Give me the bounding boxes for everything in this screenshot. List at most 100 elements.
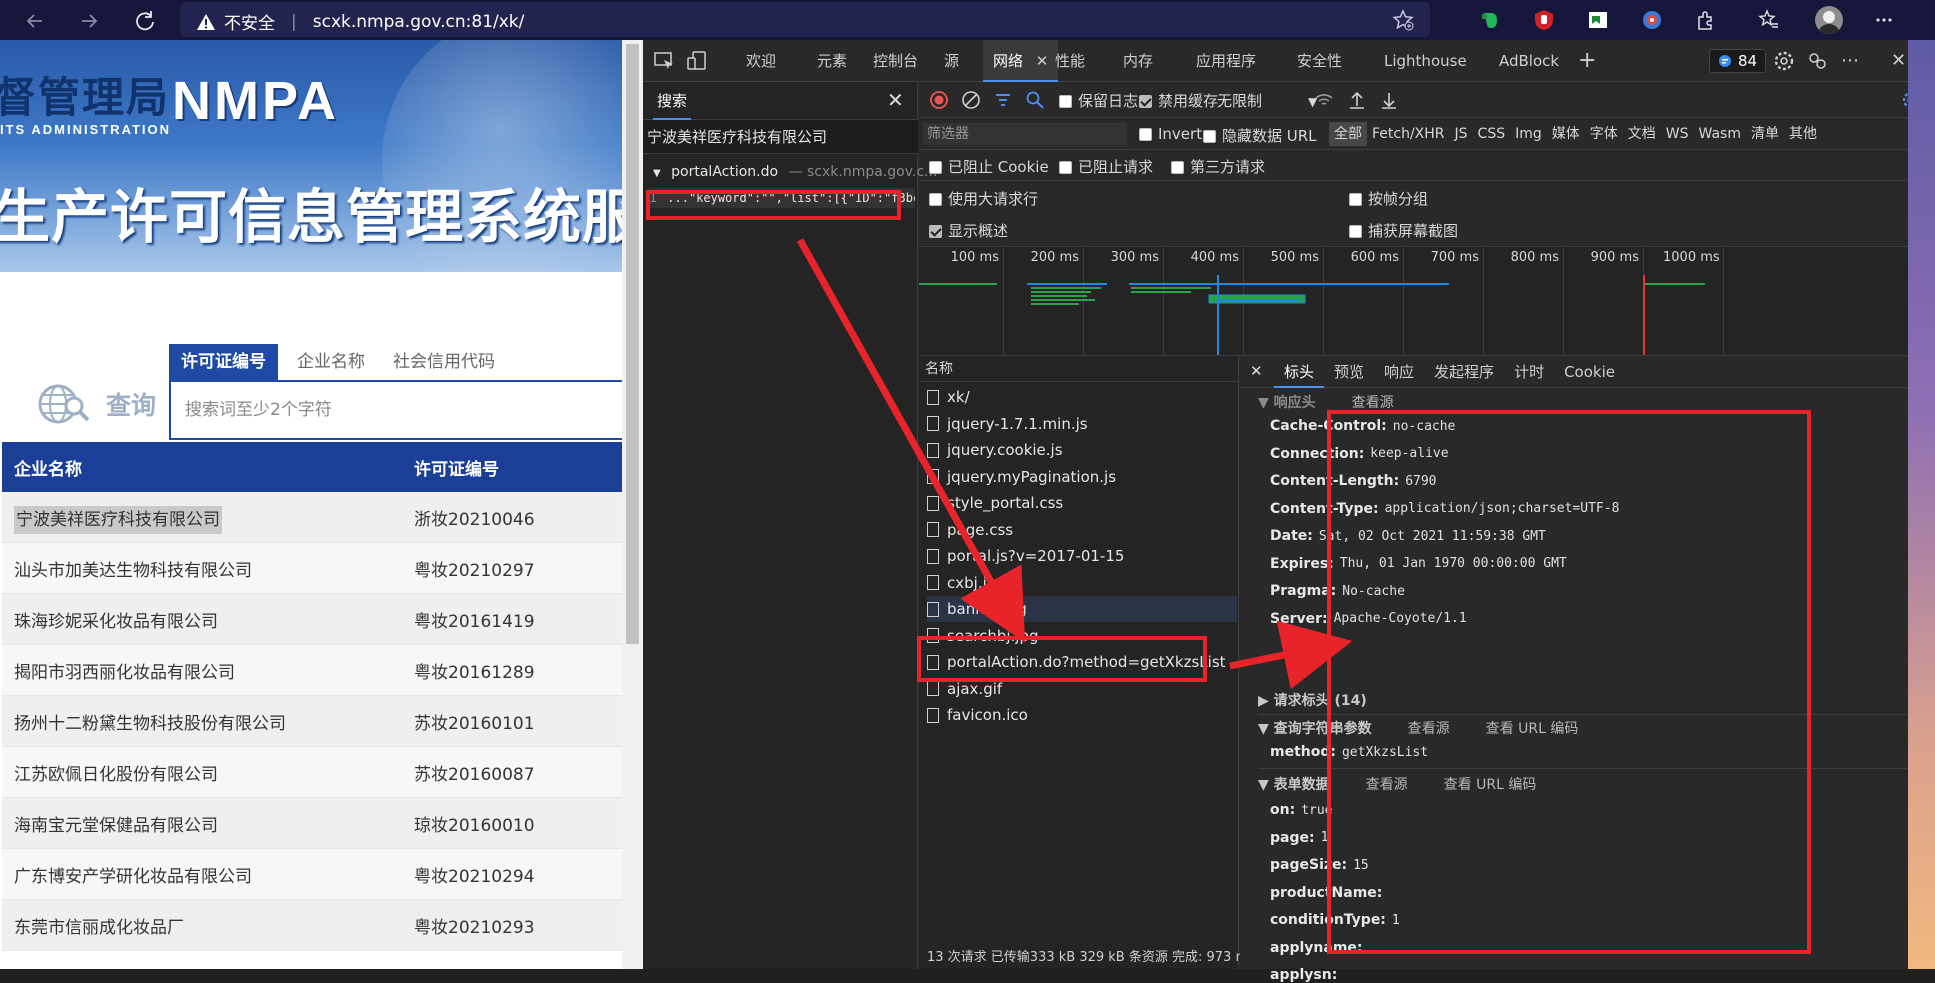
response-headers-section[interactable]: ▼ 响应头 查看源: [1258, 392, 1394, 412]
table-row[interactable]: 珠海珍妮采化妆品有限公司 粤妆20161419: [2, 594, 622, 645]
invert-checkbox[interactable]: Invert: [1139, 125, 1202, 143]
view-url-encoded-link-2[interactable]: 查看 URL 编码: [1444, 777, 1537, 793]
profile-avatar[interactable]: [1815, 6, 1843, 34]
search-query-input[interactable]: 宁波美祥医疗科技有限公司: [643, 120, 918, 154]
scrollbar-thumb[interactable]: [626, 44, 639, 644]
request-row[interactable]: jquery.myPagination.js: [927, 464, 1237, 490]
header-value[interactable]: No-cache: [1342, 584, 1405, 599]
timeline-overview[interactable]: 100 ms 200 ms 300 ms 400 ms 500 ms 600 ms 700 …: [919, 246, 1935, 357]
evernote-extension-icon[interactable]: [1476, 6, 1504, 34]
request-headers-section[interactable]: ▶ 请求标头 (14): [1258, 690, 1367, 710]
header-value[interactable]: true: [1301, 803, 1332, 818]
ublock-extension-icon[interactable]: [1530, 6, 1558, 34]
back-icon[interactable]: [20, 6, 50, 36]
devtools-tab-application[interactable]: 应用程序: [1196, 40, 1256, 82]
request-row[interactable]: favicon.ico: [927, 702, 1237, 728]
tab-license-number[interactable]: 许可证编号: [169, 344, 278, 380]
devtools-tab-elements[interactable]: 元素: [817, 40, 847, 82]
forward-icon[interactable]: [74, 6, 104, 36]
record-icon[interactable]: [929, 90, 949, 110]
detail-tab-0[interactable]: 标头: [1274, 356, 1325, 388]
tab-credit-code[interactable]: 社会信用代码: [381, 344, 507, 380]
customize-icon[interactable]: [1806, 50, 1828, 72]
import-har-icon[interactable]: [1347, 90, 1367, 110]
request-row[interactable]: jquery-1.7.1.min.js: [927, 411, 1237, 437]
type-filter-8[interactable]: WS: [1661, 122, 1694, 146]
search-input[interactable]: [171, 382, 629, 438]
form-data-section[interactable]: ▼ 表单数据 查看源 查看 URL 编码: [1258, 774, 1536, 794]
detail-tab-1[interactable]: 预览: [1324, 356, 1374, 388]
url-text[interactable]: scxk.nmpa.gov.cn:81/xk/: [313, 12, 525, 32]
devtools-tab-security[interactable]: 安全性: [1297, 40, 1342, 82]
hide-data-url-checkbox[interactable]: 隐藏数据 URL: [1203, 125, 1317, 146]
company-name-text[interactable]: 扬州十二粉黛生物科技股份有限公司: [14, 714, 286, 734]
type-filter-10[interactable]: 清单: [1746, 122, 1784, 146]
type-filter-0[interactable]: 全部: [1329, 122, 1367, 146]
detail-tab-2[interactable]: 响应: [1374, 356, 1424, 388]
table-row[interactable]: 汕头市加美达生物科技有限公司 粤妆20210297: [2, 543, 622, 594]
header-value[interactable]: 6790: [1405, 474, 1436, 489]
request-row[interactable]: banner.jpg: [927, 596, 1237, 622]
security-warning[interactable]: 不安全: [224, 9, 275, 34]
devtools-tab-lighthouse[interactable]: Lighthouse: [1384, 40, 1467, 82]
view-source-link[interactable]: 查看源: [1352, 395, 1394, 411]
table-row[interactable]: 江苏欧佩日化股份有限公司 苏妆20160087: [2, 747, 622, 798]
header-value[interactable]: Sat, 02 Oct 2021 11:59:38 GMT: [1319, 529, 1546, 544]
inspect-element-icon[interactable]: [653, 50, 675, 72]
capture-screenshots-checkbox[interactable]: 捕获屏幕截图: [1349, 220, 1458, 241]
header-value[interactable]: keep-alive: [1370, 446, 1448, 461]
view-url-encoded-link[interactable]: 查看 URL 编码: [1486, 721, 1579, 737]
header-value[interactable]: Apache-Coyote/1.1: [1334, 611, 1467, 626]
table-row[interactable]: 海南宝元堂保健品有限公司 琼妆20160010: [2, 798, 622, 849]
query-params-section[interactable]: ▼ 查询字符串参数 查看源 查看 URL 编码: [1258, 718, 1578, 738]
devtools-tab-console[interactable]: 控制台: [873, 40, 918, 82]
network-conditions-icon[interactable]: [1314, 90, 1334, 110]
detail-tab-4[interactable]: 计时: [1504, 356, 1554, 388]
close-detail-icon[interactable]: ✕: [1250, 362, 1263, 380]
header-value[interactable]: 1: [1392, 913, 1400, 928]
translate-extension-icon[interactable]: [1638, 6, 1666, 34]
close-search-icon[interactable]: ✕: [887, 88, 904, 112]
devtools-tab-adblock[interactable]: AdBlock: [1499, 40, 1559, 82]
name-column-header[interactable]: 名称: [919, 356, 1239, 382]
company-name-text[interactable]: 揭阳市羽西丽化妆品有限公司: [14, 663, 235, 683]
table-row[interactable]: 广东博安产学研化妆品有限公司 粤妆20210294: [2, 849, 622, 900]
clear-icon[interactable]: [961, 90, 981, 110]
request-row[interactable]: cxbj.jpg: [927, 570, 1237, 596]
table-row[interactable]: 东莞市信丽成化妆品厂 粤妆20210293: [2, 900, 622, 951]
type-filter-5[interactable]: 媒体: [1547, 122, 1585, 146]
view-source-link-3[interactable]: 查看源: [1366, 777, 1408, 793]
request-row[interactable]: page.css: [927, 517, 1237, 543]
header-value[interactable]: 1: [1321, 830, 1329, 845]
devtools-tab-network[interactable]: 网络 ✕: [983, 40, 1059, 82]
table-row[interactable]: 揭阳市羽西丽化妆品有限公司 粤妆20161289: [2, 645, 622, 696]
request-row[interactable]: searchbj.jpg: [927, 623, 1237, 649]
tab-company-name[interactable]: 企业名称: [285, 344, 377, 380]
disable-cache-checkbox[interactable]: 禁用缓存: [1139, 90, 1218, 111]
request-row[interactable]: portal.js?v=2017-01-15: [927, 543, 1237, 569]
devtools-tab-welcome[interactable]: 欢迎: [746, 40, 776, 82]
column-header-license[interactable]: 许可证编号: [414, 455, 622, 480]
column-header-company[interactable]: 企业名称: [2, 455, 414, 480]
filter-input[interactable]: 筛选器: [923, 123, 1127, 145]
extensions-icon[interactable]: [1692, 6, 1720, 34]
page-scrollbar[interactable]: [622, 40, 643, 969]
search-result-file[interactable]: ▼ portalAction.do — scxk.nmpa.gov.c...: [653, 164, 937, 180]
close-devtools-icon[interactable]: ✕: [1891, 50, 1906, 71]
request-row[interactable]: portalAction.do?method=getXkzsList: [927, 649, 1237, 675]
device-toolbar-icon[interactable]: [686, 50, 708, 72]
company-name-text[interactable]: 东莞市信丽成化妆品厂: [14, 918, 184, 938]
company-name-text[interactable]: 海南宝元堂保健品有限公司: [14, 816, 218, 836]
blocked-cookies-checkbox[interactable]: 已阻止 Cookie: [929, 156, 1049, 177]
add-tab-icon[interactable]: +: [1578, 40, 1596, 82]
address-bar[interactable]: 不安全 | scxk.nmpa.gov.cn:81/xk/: [180, 2, 1430, 37]
request-row[interactable]: xk/: [927, 384, 1237, 410]
devtools-tab-performance[interactable]: 性能: [1055, 40, 1085, 82]
type-filter-1[interactable]: Fetch/XHR: [1367, 122, 1450, 146]
company-name-text[interactable]: 珠海珍妮采化妆品有限公司: [14, 612, 218, 632]
request-row[interactable]: style_portal.css: [927, 490, 1237, 516]
type-filter-2[interactable]: JS: [1450, 122, 1473, 146]
close-tab-icon[interactable]: ✕: [1036, 52, 1049, 70]
search-panel-title[interactable]: 搜索: [653, 82, 692, 120]
favorites-icon[interactable]: [1755, 6, 1783, 34]
